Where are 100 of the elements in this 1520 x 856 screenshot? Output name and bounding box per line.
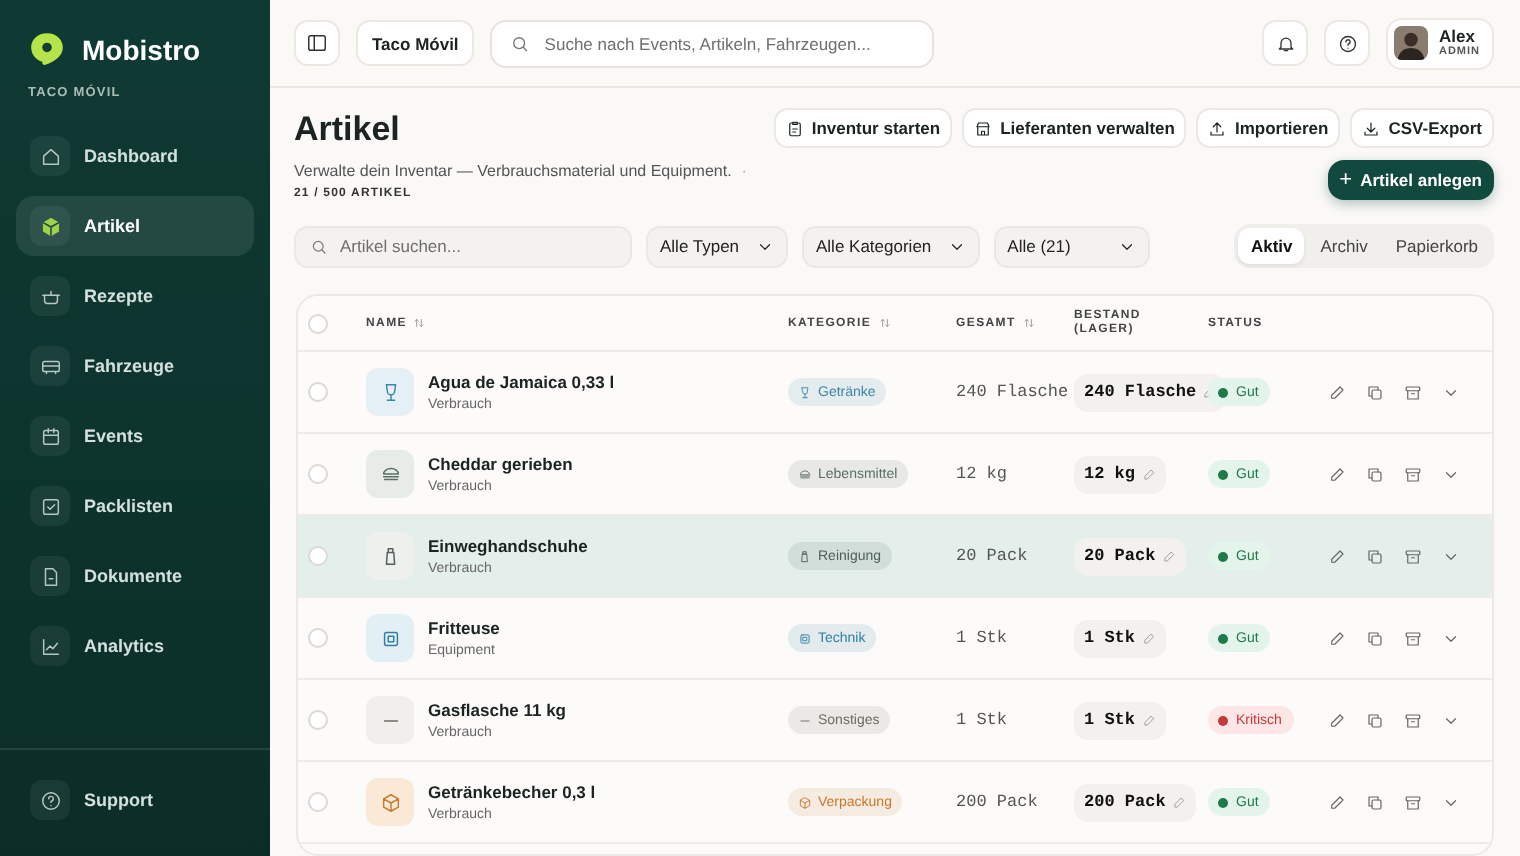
edit-button[interactable]	[1328, 711, 1346, 729]
house-icon	[39, 145, 61, 167]
stock-quantity[interactable]: 1 Stk	[1074, 701, 1166, 739]
stock-quantity[interactable]: 20 Pack	[1074, 537, 1186, 575]
filter-dropdown[interactable]: Alle Kategorien	[802, 225, 980, 267]
nav-item[interactable]: Rezepte	[16, 266, 254, 326]
item-name: Gasflasche 11 kg	[428, 700, 566, 720]
duplicate-button[interactable]	[1366, 465, 1384, 483]
archive-button[interactable]	[1404, 547, 1422, 565]
row-checkbox[interactable]	[308, 628, 328, 648]
separator-dot: ·	[741, 162, 747, 180]
duplicate-button[interactable]	[1366, 711, 1384, 729]
edit-icon	[1328, 629, 1346, 647]
item-name: Agua de Jamaica 0,33 l	[428, 372, 615, 392]
duplicate-button[interactable]	[1366, 793, 1384, 811]
search-icon	[310, 237, 328, 255]
stock-quantity[interactable]: 12 kg	[1074, 455, 1166, 493]
item-search-input[interactable]: Artikel suchen...	[340, 236, 616, 256]
status-dot	[1218, 387, 1228, 397]
duplicate-button[interactable]	[1366, 547, 1384, 565]
calendar-icon	[39, 425, 61, 447]
action-button[interactable]: Inventur starten	[773, 108, 953, 148]
edit-icon	[1328, 465, 1346, 483]
row-checkbox[interactable]	[308, 382, 328, 402]
action-button[interactable]: Lieferanten verwalten	[962, 108, 1187, 148]
help-icon	[1337, 33, 1358, 53]
search-field[interactable]: Suche nach Events, Artikeln, Fahrzeugen...	[490, 19, 935, 67]
item-search-field[interactable]: Artikel suchen...	[294, 225, 632, 267]
filter-dropdown[interactable]: Alle (21)	[993, 225, 1150, 267]
total-quantity: 12 kg	[956, 464, 1010, 484]
workspace-button[interactable]: Taco Móvil	[356, 20, 475, 66]
total-quantity: 20 Pack	[956, 546, 1030, 566]
nav-item[interactable]: Analytics	[16, 616, 254, 676]
status-dot	[1218, 715, 1228, 725]
search-input[interactable]: Suche nach Events, Artikeln, Fahrzeugen...	[544, 33, 915, 53]
nav-item[interactable]: Artikel	[16, 196, 254, 256]
pot-icon	[39, 285, 61, 307]
status-dot	[1218, 469, 1228, 479]
nav-item[interactable]: Dokumente	[16, 546, 254, 606]
total-quantity: 200 Pack	[956, 792, 1040, 812]
burger-icon	[379, 463, 401, 485]
action-button[interactable]: CSV-Export	[1350, 108, 1494, 148]
duplicate-icon	[1366, 465, 1384, 483]
checklist-icon	[39, 495, 61, 517]
archive-button[interactable]	[1404, 465, 1422, 483]
item-name: Fritteuse	[428, 618, 500, 638]
van-icon	[39, 355, 61, 377]
status-dot	[1218, 633, 1228, 643]
edit-icon	[1328, 383, 1346, 401]
sidebar-toggle-icon	[306, 32, 328, 54]
stock-quantity[interactable]: 1 Stk	[1074, 619, 1166, 657]
nav-item[interactable]: Events	[16, 406, 254, 466]
edit-icon	[1141, 713, 1156, 727]
archive-button[interactable]	[1404, 711, 1422, 729]
archive-button[interactable]	[1404, 629, 1422, 647]
cube-icon	[39, 215, 61, 237]
archive-icon	[1404, 711, 1422, 729]
edit-icon	[1161, 549, 1176, 563]
storefront-icon	[974, 119, 993, 137]
duplicate-icon	[1366, 383, 1384, 401]
duplicate-button[interactable]	[1366, 629, 1384, 647]
item-name: Einweghandschuhe	[428, 536, 588, 556]
duplicate-button[interactable]	[1366, 383, 1384, 401]
edit-button[interactable]	[1328, 383, 1346, 401]
item-name: Cheddar gerieben	[428, 454, 573, 474]
filter-dropdown[interactable]: Alle Typen	[646, 225, 788, 267]
action-button[interactable]: Importieren	[1196, 108, 1341, 148]
edit-icon	[1141, 467, 1156, 481]
edit-icon	[1328, 711, 1346, 729]
view-tab[interactable]: Archiv	[1308, 228, 1380, 264]
archive-button[interactable]	[1404, 793, 1422, 811]
item-name: Getränkebecher 0,3 l	[428, 782, 596, 802]
glass-icon	[798, 385, 812, 399]
sort-icon	[877, 316, 892, 330]
select-all-checkbox[interactable]	[308, 313, 328, 333]
archive-icon	[1404, 547, 1422, 565]
help-button[interactable]	[1324, 20, 1371, 66]
edit-icon	[1328, 793, 1346, 811]
stock-quantity[interactable]: 240 Flasche	[1074, 373, 1227, 411]
sidebar-toggle-button[interactable]	[294, 20, 340, 66]
view-tab[interactable]: Papierkorb	[1383, 228, 1490, 264]
edit-icon	[1171, 795, 1186, 809]
view-tab[interactable]: Aktiv	[1238, 228, 1305, 264]
edit-button[interactable]	[1328, 793, 1346, 811]
row-checkbox[interactable]	[308, 546, 328, 566]
stock-quantity[interactable]: 200 Pack	[1074, 783, 1196, 821]
edit-button[interactable]	[1328, 465, 1346, 483]
edit-button[interactable]	[1328, 629, 1346, 647]
nav-item[interactable]: Dashboard	[16, 126, 254, 186]
edit-button[interactable]	[1328, 547, 1346, 565]
nav-item[interactable]: Fahrzeuge	[16, 336, 254, 396]
row-checkbox[interactable]	[308, 710, 328, 730]
row-checkbox[interactable]	[308, 792, 328, 812]
add-item-button[interactable]: + Artikel anlegen	[1327, 160, 1494, 200]
duplicate-icon	[1366, 629, 1384, 647]
archive-button[interactable]	[1404, 383, 1422, 401]
row-checkbox[interactable]	[308, 464, 328, 484]
nav-item[interactable]: Packlisten	[16, 476, 254, 536]
support-link[interactable]: Support	[16, 770, 254, 830]
notifications-button[interactable]	[1262, 20, 1309, 66]
